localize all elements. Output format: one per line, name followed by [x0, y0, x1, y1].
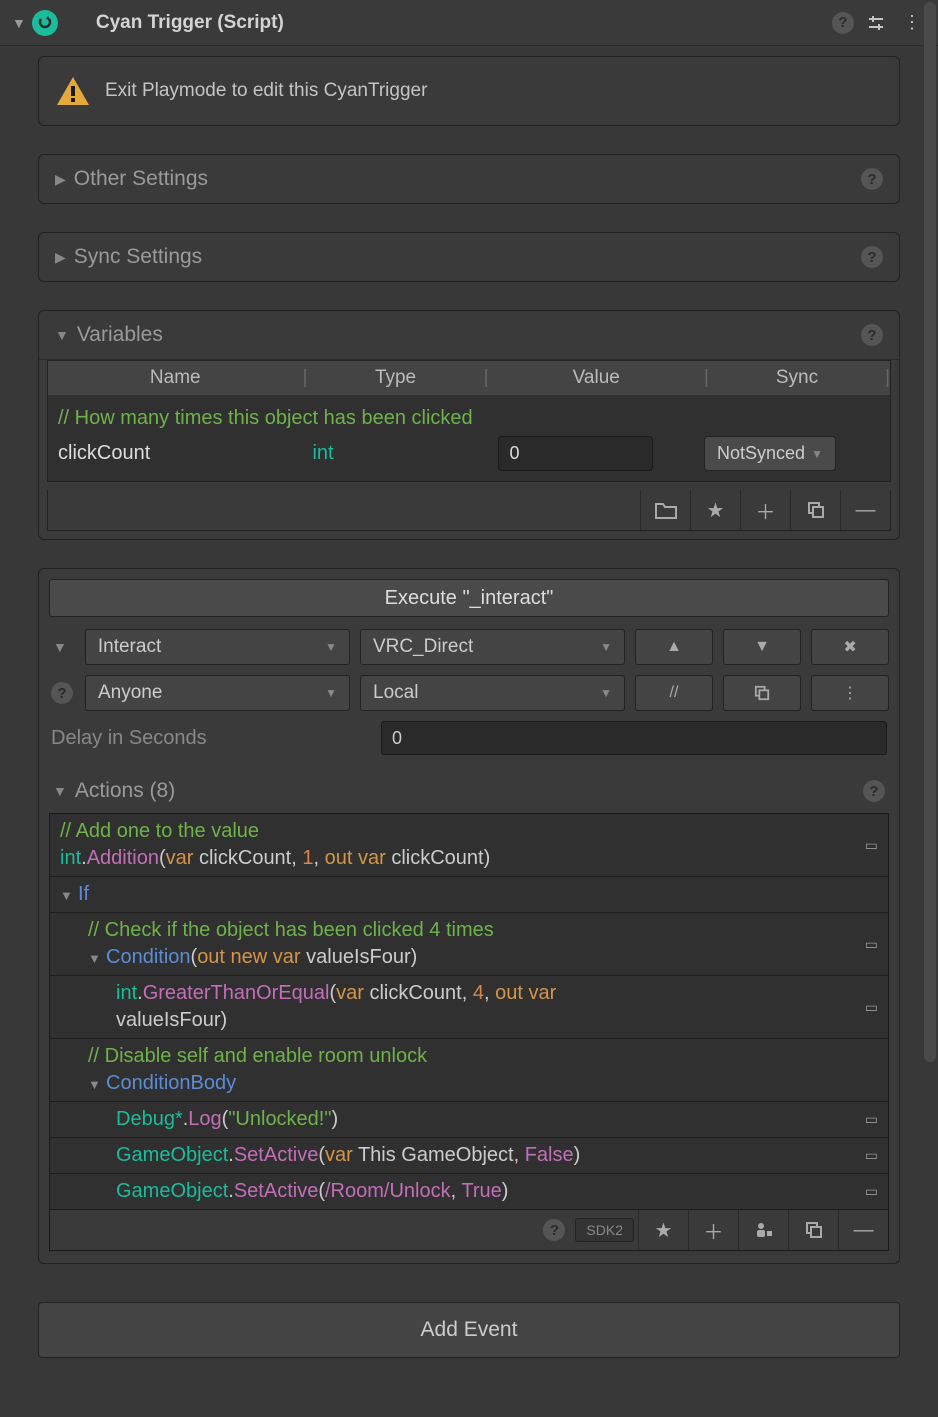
move-up-button[interactable]: ▲: [635, 629, 713, 665]
cyan-trigger-logo-icon: [32, 10, 58, 36]
variable-comment: // How many times this object has been c…: [58, 407, 880, 430]
col-value: Value: [489, 367, 704, 389]
chevron-down-icon: ▼: [600, 686, 612, 700]
section-title: Other Settings: [74, 167, 208, 191]
foldout-icon[interactable]: ▼: [12, 15, 26, 31]
chevron-down-icon: ▼: [325, 640, 337, 654]
duplicate-icon[interactable]: [788, 1210, 838, 1250]
duplicate-icon[interactable]: [790, 490, 840, 530]
other-settings-panel[interactable]: ▶ Other Settings ?: [38, 154, 900, 204]
var-name: clickCount: [58, 442, 302, 465]
chevron-down-icon[interactable]: ▼: [53, 639, 67, 655]
add-icon[interactable]: ＋: [688, 1210, 738, 1250]
help-icon[interactable]: ?: [861, 246, 883, 268]
actions-toolbar: ? SDK2 ★ ＋ —: [49, 1210, 889, 1251]
var-type: int: [312, 442, 488, 465]
col-name: Name: [48, 367, 303, 389]
col-type: Type: [307, 367, 483, 389]
help-icon[interactable]: ?: [826, 9, 854, 37]
action-row[interactable]: int.GreaterThanOrEqual(var clickCount, 4…: [50, 976, 888, 1039]
menu-icon[interactable]: ⋮: [898, 9, 926, 37]
add-icon[interactable]: ＋: [740, 490, 790, 530]
action-comment: // Check if the object has been clicked …: [88, 917, 857, 944]
chevron-down-icon[interactable]: ▼: [53, 783, 67, 799]
help-icon[interactable]: ?: [863, 780, 885, 802]
actions-title: Actions (8): [75, 779, 175, 803]
action-row[interactable]: // Add one to the value int.Addition(var…: [50, 814, 888, 877]
folder-icon[interactable]: [640, 490, 690, 530]
var-sync-dropdown[interactable]: NotSynced ▼: [704, 436, 836, 471]
warning-panel: Exit Playmode to edit this CyanTrigger: [38, 56, 900, 126]
chevron-down-icon[interactable]: ▼: [60, 887, 74, 905]
section-title: Sync Settings: [74, 245, 202, 269]
col-sync: Sync: [709, 367, 885, 389]
delay-label: Delay in Seconds: [51, 727, 371, 750]
variable-row[interactable]: clickCount int NotSynced ▼: [58, 436, 880, 471]
variables-columns: Name | Type | Value | Sync |: [48, 361, 890, 395]
action-list: // Add one to the value int.Addition(var…: [49, 813, 889, 1210]
add-event-button[interactable]: Add Event: [38, 1302, 900, 1358]
star-icon[interactable]: ★: [690, 490, 740, 530]
trigger-type-dropdown[interactable]: Interact▼: [85, 629, 350, 665]
sdk-label[interactable]: SDK2: [575, 1218, 634, 1242]
star-icon[interactable]: ★: [638, 1210, 688, 1250]
broadcast-dropdown[interactable]: VRC_Direct▼: [360, 629, 625, 665]
help-icon[interactable]: ?: [861, 324, 883, 346]
scrollbar[interactable]: [924, 2, 936, 1062]
scope-dropdown[interactable]: Local▼: [360, 675, 625, 711]
variables-toolbar: ★ ＋ —: [47, 490, 891, 531]
window-icon[interactable]: ▭: [865, 998, 878, 1017]
warning-icon: [55, 75, 91, 107]
duplicate-button[interactable]: [723, 675, 801, 711]
execute-button[interactable]: Execute "_interact": [49, 579, 889, 617]
settings-icon[interactable]: [862, 9, 890, 37]
chevron-down-icon[interactable]: ▼: [88, 1076, 102, 1094]
sync-settings-panel[interactable]: ▶ Sync Settings ?: [38, 232, 900, 282]
chevron-down-icon: ▼: [325, 686, 337, 700]
window-icon[interactable]: ▭: [865, 1182, 878, 1201]
move-down-button[interactable]: ▼: [723, 629, 801, 665]
chevron-right-icon[interactable]: ▶: [55, 249, 66, 266]
action-comment: // Disable self and enable room unlock: [88, 1043, 878, 1070]
window-icon[interactable]: ▭: [865, 836, 878, 855]
chevron-right-icon[interactable]: ▶: [55, 171, 66, 188]
delay-input[interactable]: [381, 721, 887, 755]
comment-button[interactable]: //: [635, 675, 713, 711]
action-row[interactable]: GameObject.SetActive(/Room/Unlock, True)…: [50, 1174, 888, 1209]
var-value-input[interactable]: [498, 436, 653, 471]
help-icon[interactable]: ?: [543, 1219, 565, 1241]
action-row[interactable]: // Disable self and enable room unlock ▼…: [50, 1039, 888, 1102]
remove-icon[interactable]: —: [840, 490, 890, 530]
chevron-down-icon[interactable]: ▼: [55, 327, 69, 343]
help-icon[interactable]: ?: [51, 682, 73, 704]
chevron-down-icon: ▼: [600, 640, 612, 654]
component-header[interactable]: ▼ Cyan Trigger (Script) ? ⋮: [0, 0, 938, 46]
action-row[interactable]: GameObject.SetActive(var This GameObject…: [50, 1138, 888, 1174]
action-comment: // Add one to the value: [60, 818, 857, 845]
variables-panel: ▼ Variables ? Name | Type | Value | Sync…: [38, 310, 900, 540]
warning-text: Exit Playmode to edit this CyanTrigger: [105, 80, 427, 102]
delete-button[interactable]: ✖: [811, 629, 889, 665]
window-icon[interactable]: ▭: [865, 1146, 878, 1165]
menu-button[interactable]: ⋮: [811, 675, 889, 711]
chevron-down-icon[interactable]: ▼: [88, 950, 102, 968]
component-title: Cyan Trigger (Script): [96, 12, 284, 34]
remove-icon[interactable]: —: [838, 1210, 888, 1250]
help-icon[interactable]: ?: [861, 168, 883, 190]
action-row-if[interactable]: ▼If: [50, 877, 888, 913]
event-panel: Execute "_interact" ▼ Interact▼ VRC_Dire…: [38, 568, 900, 1264]
action-row[interactable]: // Check if the object has been clicked …: [50, 913, 888, 976]
chevron-down-icon: ▼: [811, 447, 823, 461]
action-row[interactable]: Debug*.Log("Unlocked!") ▭: [50, 1102, 888, 1138]
window-icon[interactable]: ▭: [865, 1110, 878, 1129]
section-title: Variables: [77, 323, 163, 347]
local-icon[interactable]: [738, 1210, 788, 1250]
who-dropdown[interactable]: Anyone▼: [85, 675, 350, 711]
window-icon[interactable]: ▭: [865, 935, 878, 954]
